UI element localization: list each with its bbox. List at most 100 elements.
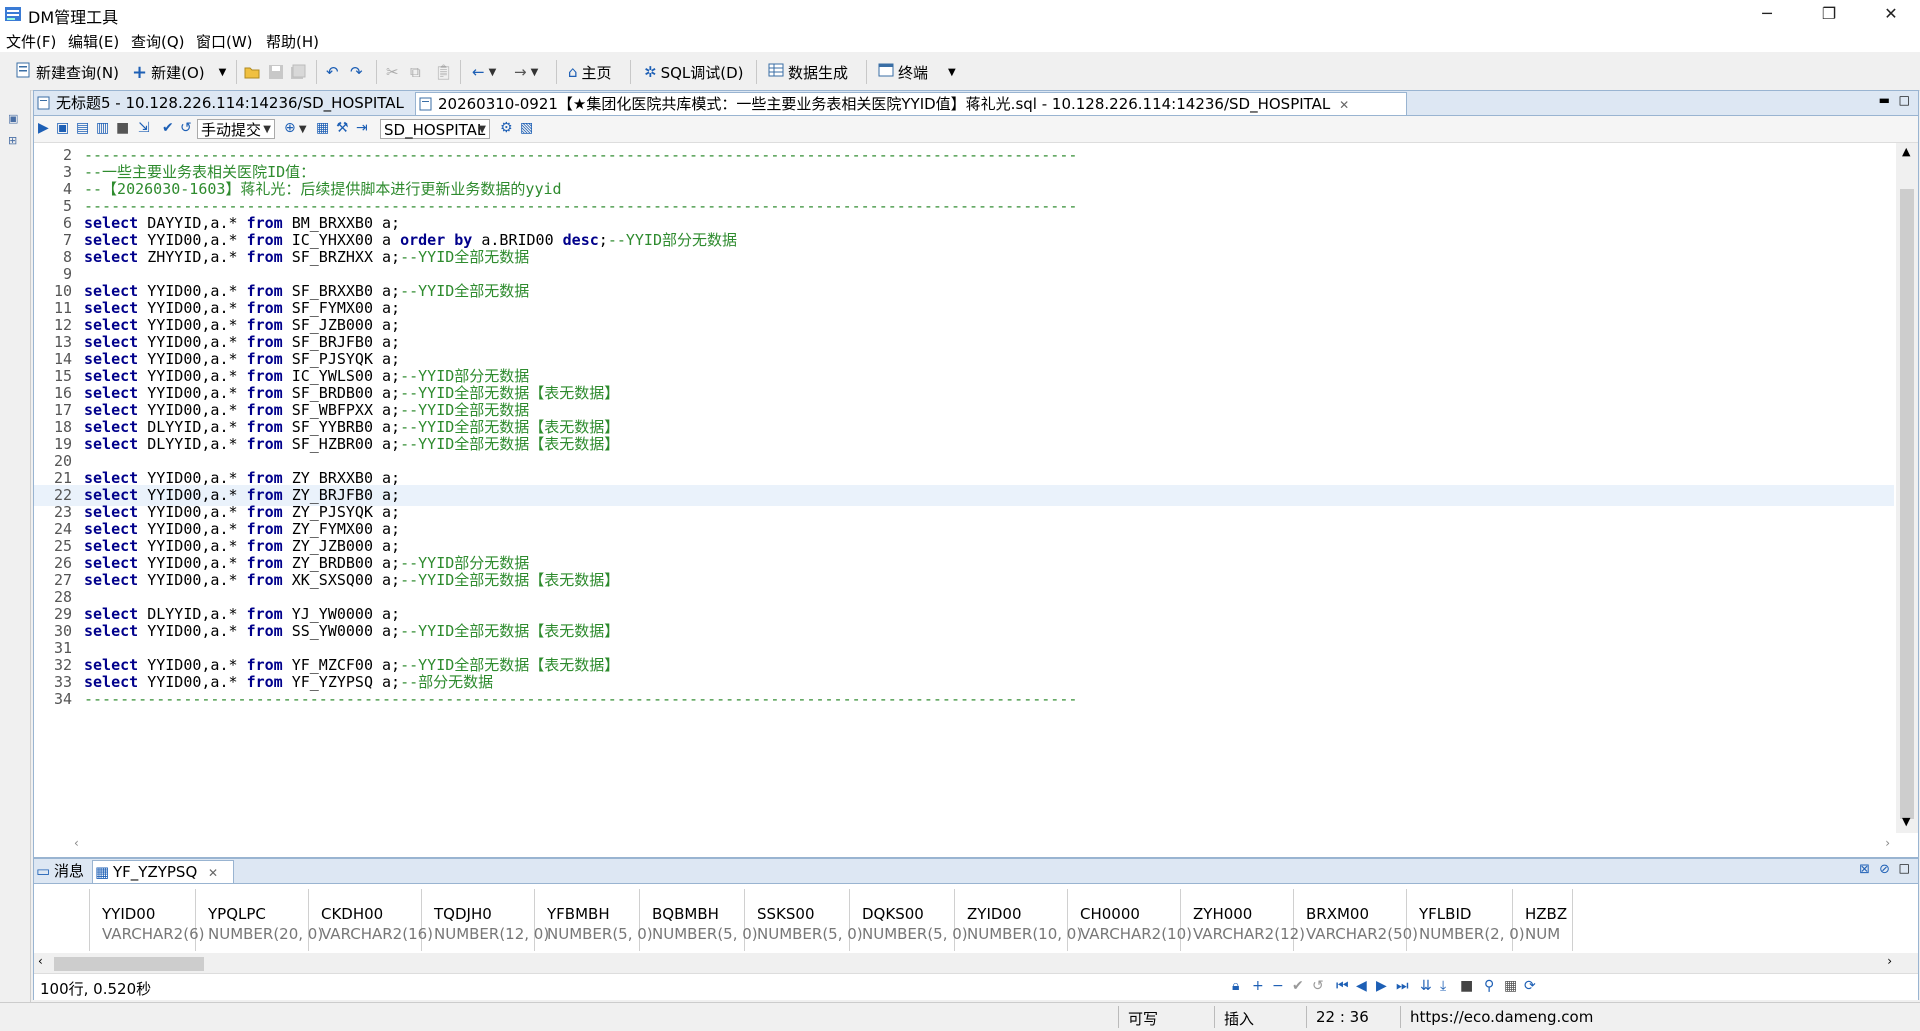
revert-icon[interactable]: ↺	[1312, 978, 1324, 994]
home-button[interactable]: ⌂ 主页	[568, 61, 612, 83]
maximize-button[interactable]: ❐	[1806, 0, 1852, 28]
wrench-icon[interactable]: ⚙	[500, 120, 513, 136]
horizontal-scrollbar[interactable]: ‹ ›	[34, 833, 1918, 855]
paste-icon[interactable]: 📋︎	[434, 61, 453, 83]
column-header[interactable]: CKDH00 VARCHAR2(16)	[309, 889, 433, 951]
sql-code-editor[interactable]: 2 ---------------------------------------…	[34, 143, 1894, 833]
commit-icon[interactable]: ✔	[162, 120, 174, 136]
minimize-panel-icon[interactable]: ▬	[1879, 93, 1890, 107]
tab-untitled5[interactable]: 无标题5 - 10.128.226.114:14236/SD_HOSPITAL	[34, 92, 434, 114]
column-header[interactable]: ZYH000 VARCHAR2(12)	[1181, 889, 1305, 951]
close-tab-icon[interactable]: ✕	[1339, 98, 1349, 112]
run-icon[interactable]: ▶	[38, 120, 49, 136]
close-tab-icon[interactable]: ✕	[208, 866, 218, 880]
pin-icon[interactable]: ⊘	[1879, 862, 1890, 877]
scroll-up-icon[interactable]: ▲	[1902, 145, 1910, 158]
scroll-down-icon[interactable]: ▼	[1902, 815, 1910, 828]
stop-icon[interactable]: ■	[116, 120, 129, 136]
scroll-thumb[interactable]	[54, 957, 204, 971]
data-gen-button[interactable]: 数据生成	[768, 61, 848, 83]
terminal-button[interactable]: 终端 ▼	[878, 61, 956, 83]
settings-icon[interactable]: ▧	[520, 120, 533, 136]
forward-icon[interactable]: → ▼	[514, 61, 538, 83]
maximize-panel-icon[interactable]: □	[1899, 93, 1910, 107]
menu-window[interactable]: 窗口(W)	[196, 31, 253, 52]
new-query-button[interactable]: 新建查询(N)	[16, 61, 119, 83]
column-header[interactable]: BRXM00 VARCHAR2(50)	[1294, 889, 1418, 951]
apply-icon[interactable]: ✔	[1292, 978, 1304, 994]
save-all-icon[interactable]	[290, 61, 306, 83]
chevron-down-icon[interactable]: ▼	[219, 67, 227, 78]
scroll-right-icon[interactable]: ›	[1885, 836, 1890, 850]
scroll-left-icon[interactable]: ‹	[74, 836, 79, 850]
step-icon[interactable]: ⇲	[138, 120, 150, 136]
column-header[interactable]: DQKS00 NUMBER(5, 0)	[850, 889, 968, 951]
new-button[interactable]: + 新建(O) ▼	[132, 61, 226, 83]
column-header[interactable]: CH0000 VARCHAR2(10)	[1068, 889, 1192, 951]
commit-mode-select[interactable]: 手动提交 ▼	[197, 119, 275, 139]
redo-icon[interactable]: ↷	[350, 61, 363, 83]
close-button[interactable]: ✕	[1868, 0, 1914, 28]
copy-icon[interactable]: ⧉	[410, 61, 421, 83]
tab-messages[interactable]: ▭ 消息	[34, 860, 90, 882]
tab-result-table[interactable]: ▦ YF_YZYPSQ ✕	[92, 860, 234, 883]
column-name: YFBMBH	[547, 905, 610, 923]
run-script-icon[interactable]: ▤	[76, 120, 89, 136]
column-header[interactable]: TQDJH0 NUMBER(12, 0)	[422, 889, 549, 951]
restore-panel-icon[interactable]: ▣	[8, 112, 22, 126]
run-line-icon[interactable]: ▣	[56, 120, 69, 136]
menu-file[interactable]: 文件(F)	[6, 31, 56, 52]
explain-icon[interactable]: ▥	[96, 120, 109, 136]
open-icon[interactable]	[244, 61, 260, 83]
menu-edit[interactable]: 编辑(E)	[68, 31, 119, 52]
column-header[interactable]: YFLBID NUMBER(2, 0)	[1407, 889, 1525, 951]
new-query-label: 新建查询(N)	[36, 63, 119, 82]
fetch-all-icon[interactable]: ⤓	[1440, 978, 1446, 994]
chevron-down-icon[interactable]: ▼	[948, 67, 956, 78]
undo-icon[interactable]: ↶	[326, 61, 339, 83]
prev-page-icon[interactable]: ◀	[1356, 978, 1367, 994]
column-header[interactable]: YYID00 VARCHAR2(6)	[90, 889, 204, 951]
cut-icon[interactable]: ✂	[386, 61, 399, 83]
first-page-icon[interactable]: ⏮	[1336, 978, 1349, 994]
refresh-icon[interactable]: ⟳	[1524, 978, 1536, 994]
format-icon[interactable]: ⚒	[336, 120, 349, 136]
result-horizontal-scrollbar[interactable]: ‹ ›	[34, 953, 1918, 973]
tab-sql-file[interactable]: 20260310-0921【★集团化医院共库模式：一些主要业务表相关医院YYID…	[415, 92, 1407, 115]
column-header[interactable]: SSKS00 NUMBER(5, 0)	[745, 889, 863, 951]
target-icon[interactable]: ⊕ ▼	[284, 120, 307, 136]
add-row-icon[interactable]: +	[1252, 978, 1264, 994]
sql-debug-button[interactable]: ✲ SQL调试(D)	[644, 61, 744, 83]
save-icon[interactable]	[268, 61, 284, 83]
close-all-icon[interactable]: ⊠	[1859, 862, 1870, 877]
column-header[interactable]: BQBMBH NUMBER(5, 0)	[640, 889, 758, 951]
stop-fetch-icon[interactable]: ■	[1460, 978, 1473, 994]
fetch-next-icon[interactable]: ⇊	[1420, 978, 1432, 994]
column-header[interactable]: ZYID00 NUMBER(10, 0)	[955, 889, 1082, 951]
column-header[interactable]: YFBMBH NUMBER(5, 0)	[535, 889, 653, 951]
scroll-thumb[interactable]	[1900, 189, 1914, 819]
schema-select[interactable]: SD_HOSPITAL ▼	[380, 119, 490, 139]
grid-view-icon[interactable]: ▦	[1504, 978, 1517, 994]
skip-icon[interactable]: ⇥	[356, 120, 368, 136]
lock-icon[interactable]: 🔒︎	[1232, 978, 1239, 994]
filter-icon[interactable]: ⚲	[1484, 978, 1494, 994]
menu-help[interactable]: 帮助(H)	[266, 31, 319, 52]
website-link[interactable]: https://eco.dameng.com	[1410, 1008, 1593, 1026]
maximize-panel-icon[interactable]: □	[1899, 861, 1910, 875]
next-page-icon[interactable]: ▶	[1376, 978, 1387, 994]
last-page-icon[interactable]: ⏭	[1396, 978, 1409, 994]
object-tree-icon[interactable]: ⊞	[8, 134, 22, 148]
back-icon[interactable]: ← ▼	[472, 61, 496, 83]
scroll-right-icon[interactable]: ›	[1887, 954, 1892, 968]
vertical-scrollbar[interactable]: ▲ ▼	[1896, 143, 1918, 833]
column-header[interactable]: HZBZ NUM	[1513, 889, 1573, 951]
minimize-button[interactable]: ─	[1744, 0, 1790, 28]
scroll-left-icon[interactable]: ‹	[38, 954, 43, 968]
menu-query[interactable]: 查询(Q)	[131, 31, 185, 52]
delete-row-icon[interactable]: −	[1272, 978, 1284, 994]
grid-icon[interactable]: ▦	[316, 120, 329, 136]
column-header[interactable]: YPQLPC NUMBER(20, 0)	[196, 889, 323, 951]
rollback-icon[interactable]: ↺	[180, 120, 192, 136]
code-line[interactable]: 34 --------------------------------------…	[34, 689, 1894, 710]
